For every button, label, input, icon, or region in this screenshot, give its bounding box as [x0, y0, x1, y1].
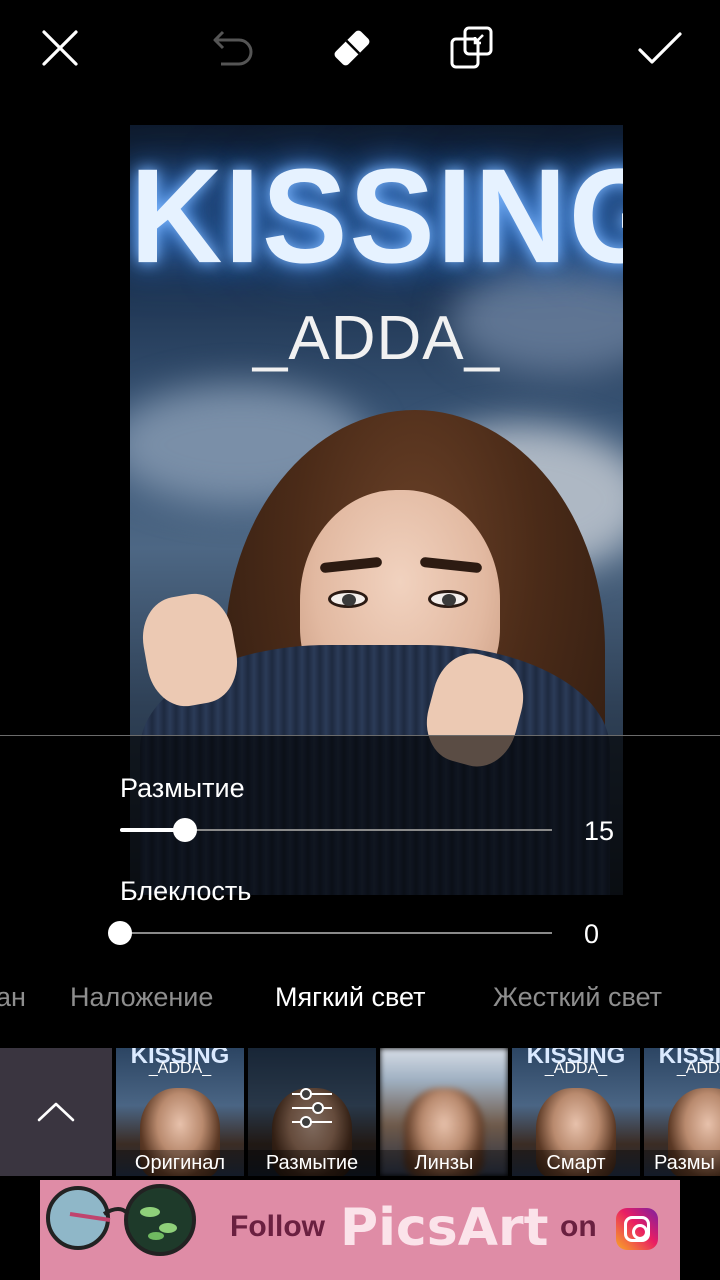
cover-subtitle: _ADDA_	[252, 304, 501, 373]
ad-on-text: on	[560, 1210, 597, 1243]
effect-label: Смарт	[512, 1150, 640, 1176]
effect-thumb-blur-2[interactable]: KISSING _ADDA_ Размы	[644, 1048, 720, 1176]
instagram-icon	[616, 1208, 658, 1250]
undo-button[interactable]	[200, 20, 264, 76]
effect-thumb-lens[interactable]: Линзы	[380, 1048, 508, 1176]
effect-label: Оригинал	[116, 1150, 244, 1176]
ad-follow-text: Follow	[230, 1210, 325, 1243]
compare-button[interactable]	[440, 20, 504, 76]
top-toolbar	[0, 0, 720, 100]
eraser-button[interactable]	[320, 20, 384, 76]
tab-soft-light[interactable]: Мягкий свет	[275, 982, 425, 1013]
effect-thumb-blur[interactable]: Размытие	[248, 1048, 376, 1176]
blur-label: Размытие	[120, 773, 245, 803]
ad-brand-text: PicsArt	[340, 1198, 549, 1258]
collapse-button[interactable]	[0, 1048, 112, 1176]
effect-label: Размы	[644, 1150, 720, 1176]
check-icon	[638, 32, 682, 64]
blend-mode-tabs: ан Наложение Мягкий свет Жесткий свет	[0, 982, 720, 1026]
eraser-icon	[334, 30, 370, 66]
fade-value: 0	[584, 919, 600, 949]
cover-title: KISSING	[130, 141, 623, 292]
effect-label: Размытие	[248, 1150, 376, 1176]
fade-label: Блеклость	[120, 876, 252, 906]
ad-banner[interactable]: Follow PicsArt on	[40, 1180, 680, 1280]
chevron-up-icon	[37, 1102, 75, 1122]
blur-slider-thumb[interactable]	[172, 818, 197, 842]
close-button[interactable]	[28, 20, 92, 76]
undo-icon	[213, 30, 253, 66]
sliders-settings-icon	[292, 1088, 332, 1128]
thumb-cover-subtitle: _ADDA_	[676, 1060, 720, 1077]
compare-icon	[450, 26, 493, 69]
apply-button[interactable]	[628, 20, 692, 76]
effect-thumb-smart[interactable]: KISSING _ADDA_ Смарт	[512, 1048, 640, 1176]
effect-thumb-original[interactable]: KISSING _ADDA_ Оригинал	[116, 1048, 244, 1176]
fade-slider-thumb[interactable]	[108, 921, 132, 945]
editor-screen: KISSING _ADDA_ Размытие 15 Блеклость 0 а…	[0, 0, 720, 1280]
thumb-cover-subtitle: _ADDA_	[544, 1060, 608, 1077]
tab-overlay[interactable]: Наложение	[70, 982, 213, 1013]
blur-value: 15	[584, 816, 615, 846]
thumb-cover-subtitle: _ADDA_	[148, 1060, 212, 1077]
glasses-plant-illustration	[46, 1184, 196, 1256]
effect-label: Линзы	[380, 1150, 508, 1176]
fade-slider-track[interactable]	[120, 932, 552, 934]
close-icon	[42, 30, 78, 66]
tab-hard-light[interactable]: Жесткий свет	[493, 982, 662, 1013]
tab-partial[interactable]: ан	[0, 982, 26, 1013]
